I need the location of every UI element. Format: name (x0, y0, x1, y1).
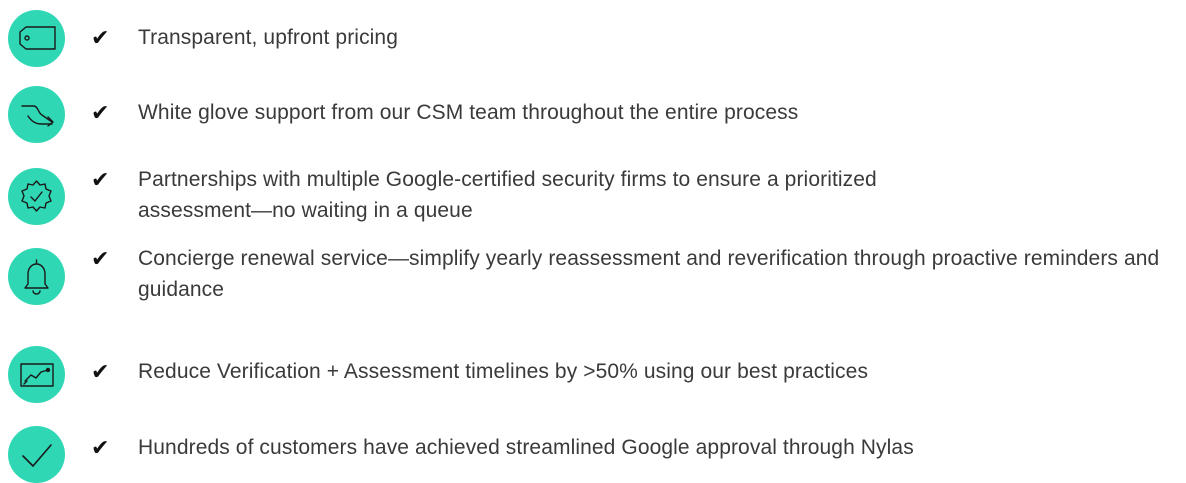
route-arrows-icon (8, 86, 65, 143)
price-tag-icon (8, 10, 65, 67)
feature-text: White glove support from our CSM team th… (138, 101, 799, 124)
feature-text: Transparent, upfront pricing (138, 26, 398, 49)
line-chart-icon (8, 346, 65, 403)
check-mark-icon: ✔ (91, 25, 110, 50)
check-mark-icon: ✔ (91, 167, 110, 192)
verified-badge-icon (8, 168, 65, 225)
feature-text: Partnerships with multiple Google-certif… (138, 168, 877, 222)
feature-text: Reduce Verification + Assessment timelin… (138, 360, 869, 383)
check-mark-icon: ✔ (91, 435, 110, 460)
feature-text: Hundreds of customers have achieved stre… (138, 436, 914, 459)
check-mark-icon: ✔ (91, 359, 110, 384)
bell-icon (8, 248, 65, 305)
feature-text: Concierge renewal service—simplify yearl… (138, 247, 1160, 301)
checkmark-icon (8, 426, 65, 483)
check-mark-icon: ✔ (91, 100, 110, 125)
check-mark-icon: ✔ (91, 246, 110, 271)
